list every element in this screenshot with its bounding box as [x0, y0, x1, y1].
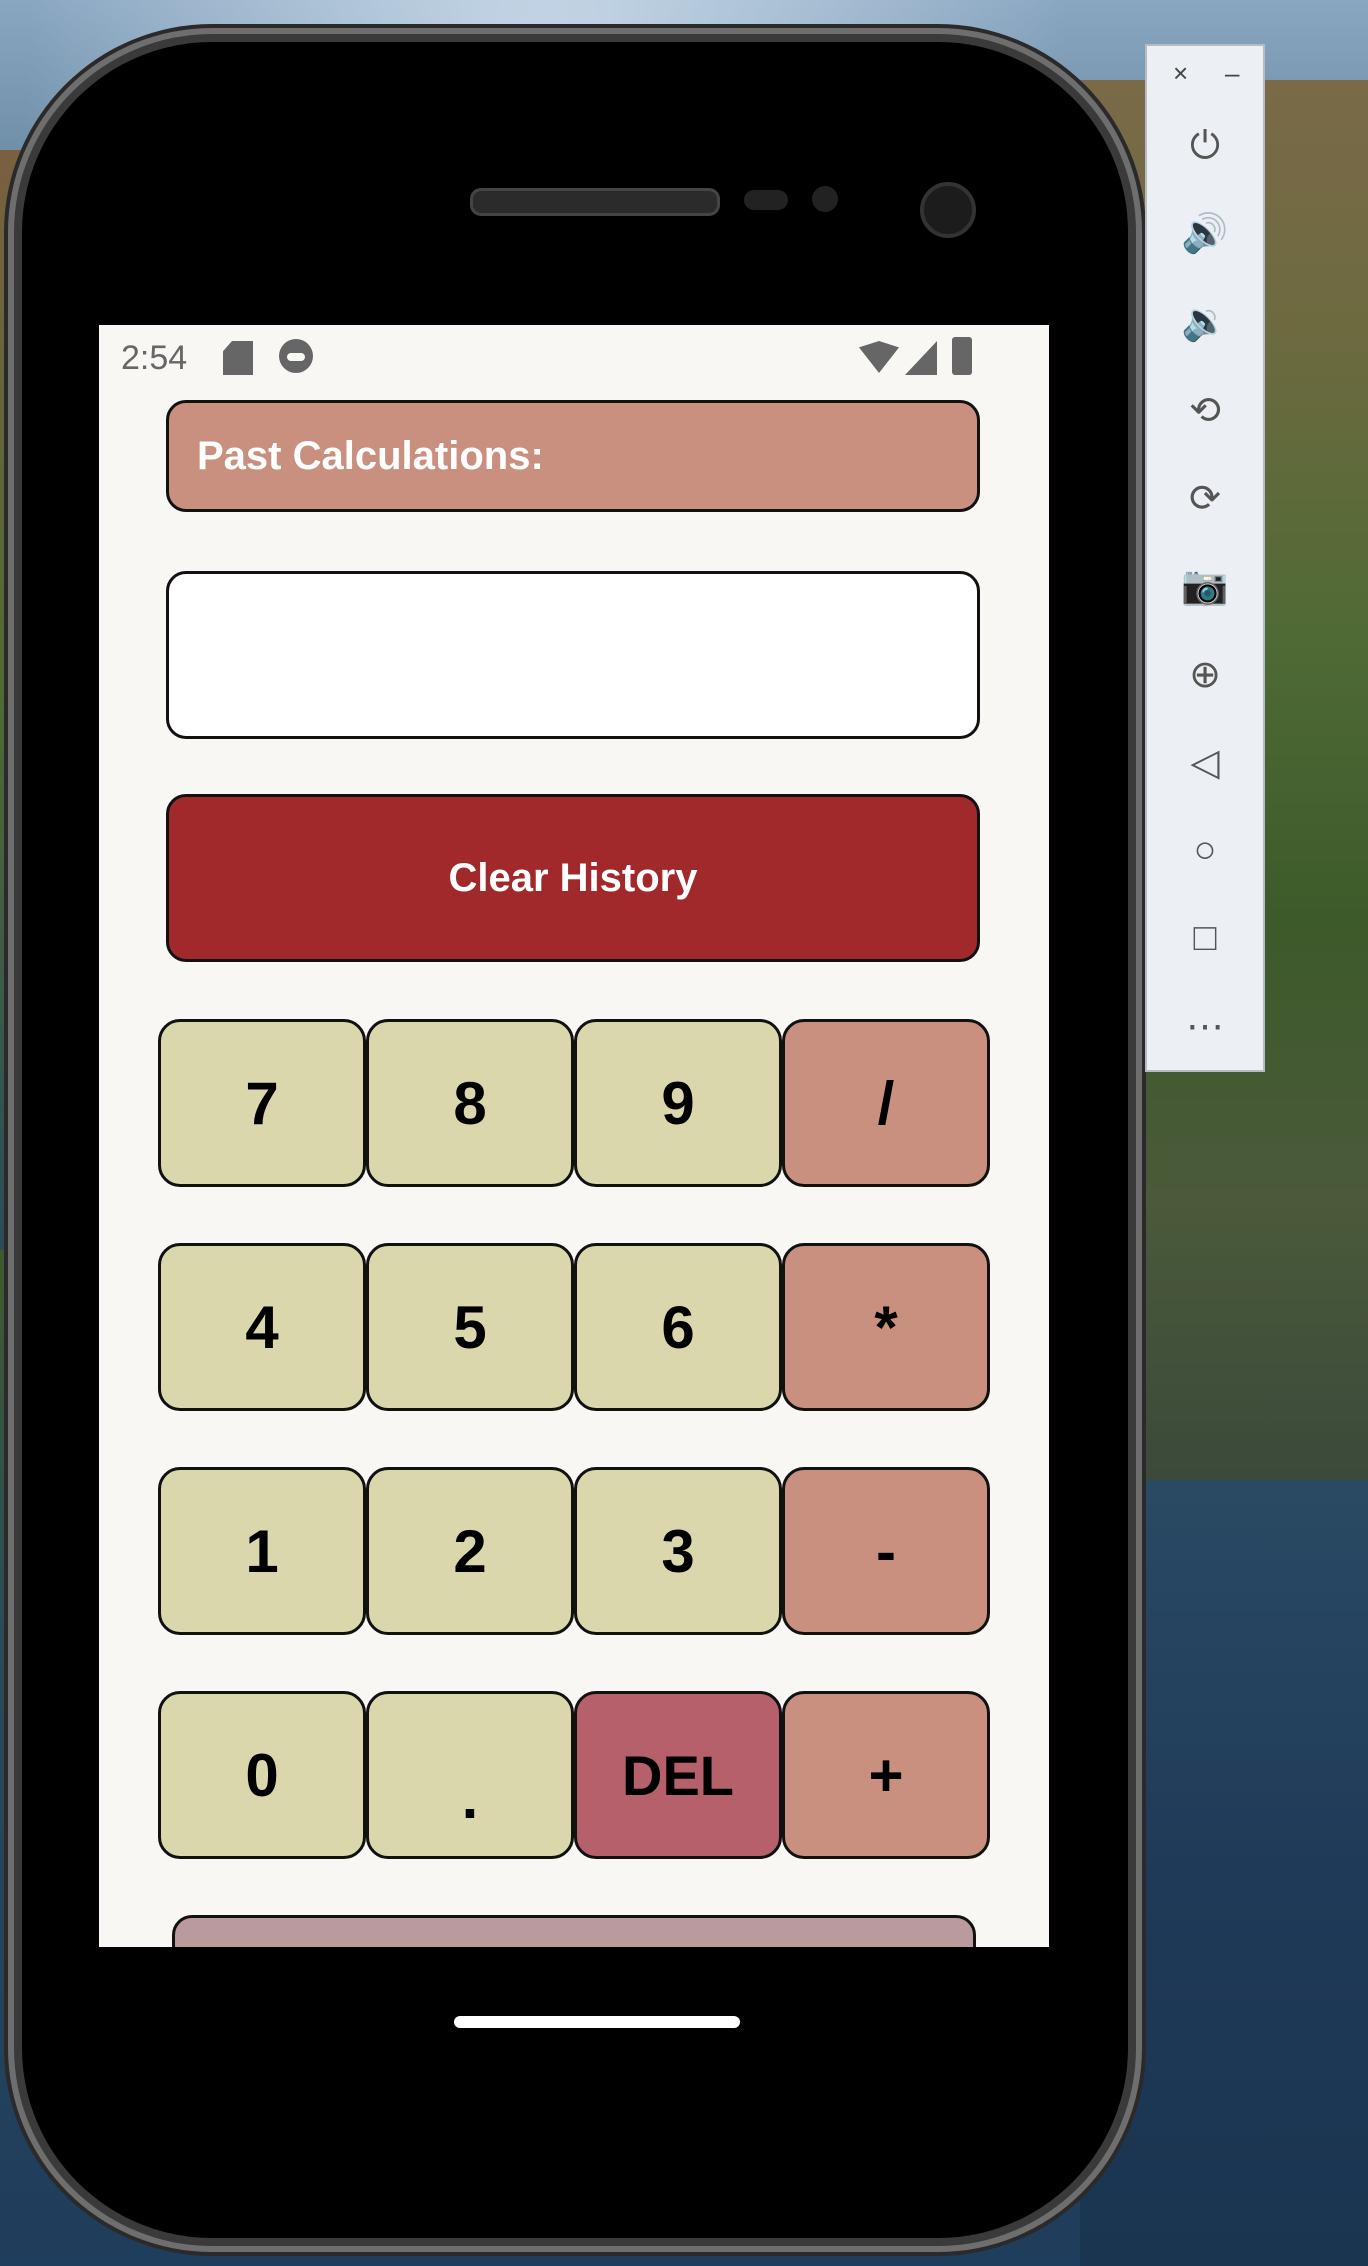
sd-card-icon	[223, 341, 253, 375]
rotate-right-icon[interactable]: ⟳	[1177, 470, 1233, 526]
proximity-sensor	[744, 190, 788, 210]
key-plus[interactable]: +	[782, 1691, 990, 1859]
minimize-icon[interactable]: –	[1225, 58, 1239, 89]
zoom-icon[interactable]: ⊕	[1177, 646, 1233, 702]
key-9[interactable]: 9	[574, 1019, 782, 1187]
key-2[interactable]: 2	[366, 1467, 574, 1635]
status-bar: 2:54	[99, 325, 1049, 389]
back-icon[interactable]: ◁	[1177, 734, 1233, 790]
key-minus[interactable]: -	[782, 1467, 990, 1635]
phone-screen: 2:54 Past Calculations: Clear History 78…	[99, 325, 1049, 1947]
android-debug-icon	[279, 339, 313, 373]
key-multiply[interactable]: *	[782, 1243, 990, 1411]
wifi-icon	[859, 341, 899, 373]
key-4[interactable]: 4	[158, 1243, 366, 1411]
past-calculations-label: Past Calculations:	[166, 400, 980, 512]
battery-icon	[952, 337, 972, 375]
emulator-toolbar: × – ⏻ 🔊 🔉 ⟲ ⟳ 📷 ⊕ ◁ ○ □ ⋯	[1145, 44, 1265, 1072]
more-icon[interactable]: ⋯	[1177, 998, 1233, 1054]
key-3[interactable]: 3	[574, 1467, 782, 1635]
key-delete[interactable]: DEL	[574, 1691, 782, 1859]
rotate-left-icon[interactable]: ⟲	[1177, 382, 1233, 438]
key-0[interactable]: 0	[158, 1691, 366, 1859]
key-decimal[interactable]: .	[366, 1691, 574, 1859]
key-6[interactable]: 6	[574, 1243, 782, 1411]
signal-icon	[905, 341, 937, 375]
volume-down-icon[interactable]: 🔉	[1177, 294, 1233, 350]
key-divide[interactable]: /	[782, 1019, 990, 1187]
equals-button[interactable]	[172, 1915, 976, 1947]
key-1[interactable]: 1	[158, 1467, 366, 1635]
volume-up-icon[interactable]: 🔊	[1177, 206, 1233, 262]
status-time: 2:54	[121, 339, 188, 377]
overview-icon[interactable]: □	[1177, 910, 1233, 966]
speaker-grille	[470, 188, 720, 216]
key-8[interactable]: 8	[366, 1019, 574, 1187]
camera-icon[interactable]: 📷	[1177, 558, 1233, 614]
front-camera	[920, 182, 976, 238]
light-sensor	[812, 186, 838, 212]
key-5[interactable]: 5	[366, 1243, 574, 1411]
clear-history-button[interactable]: Clear History	[166, 794, 980, 962]
key-7[interactable]: 7	[158, 1019, 366, 1187]
close-icon[interactable]: ×	[1173, 58, 1188, 89]
history-display	[166, 571, 980, 739]
home-gesture-bar[interactable]	[454, 2016, 740, 2028]
power-icon[interactable]: ⏻	[1177, 118, 1233, 174]
home-icon[interactable]: ○	[1177, 822, 1233, 878]
